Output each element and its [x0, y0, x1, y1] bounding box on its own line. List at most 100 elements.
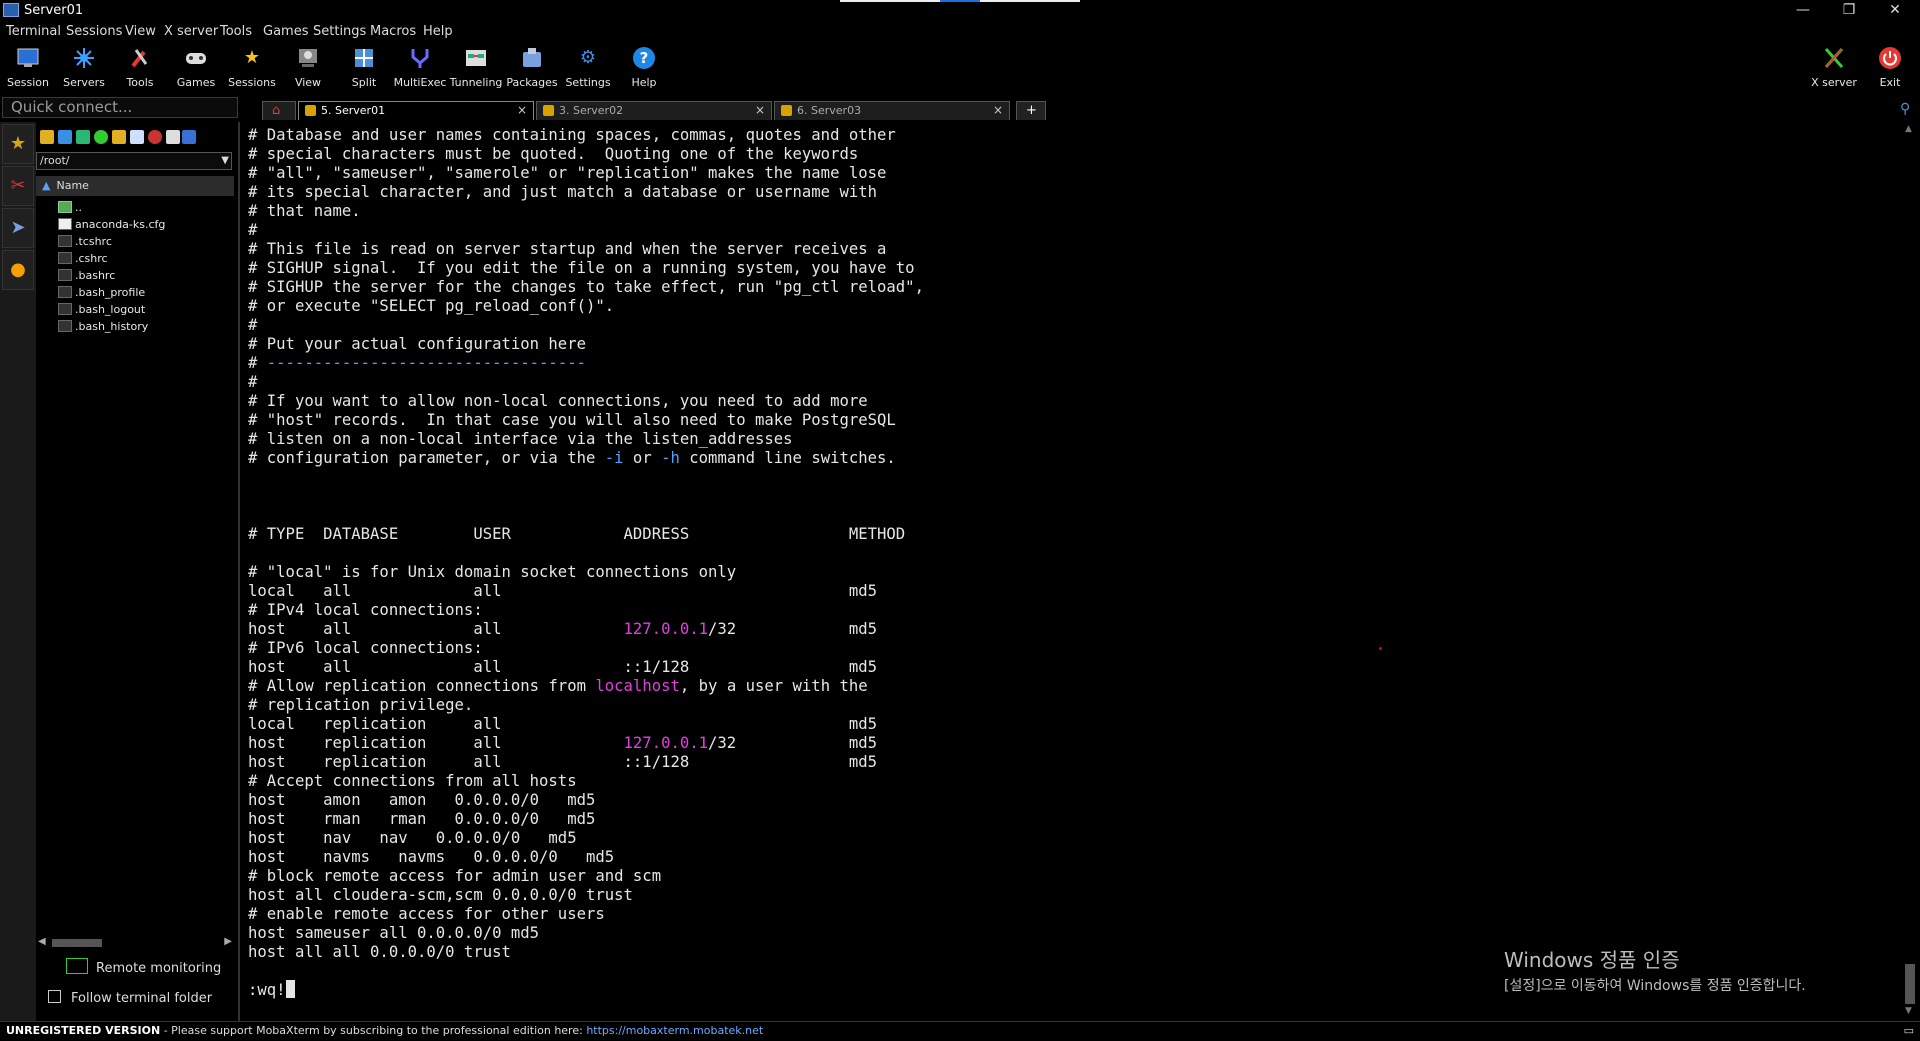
checkbox[interactable] [48, 990, 61, 1003]
scroll-left-icon[interactable]: ◀ [38, 936, 46, 947]
chat-icon[interactable]: ▭ [1904, 1022, 1914, 1040]
menu-games[interactable]: Games [263, 24, 308, 39]
scroll-right-icon[interactable]: ▶ [224, 936, 232, 947]
tab-server03[interactable]: 6. Server03 × [774, 101, 1010, 120]
list-item[interactable]: anaconda-ks.cfg [58, 216, 234, 233]
terminal-line: # SIGHUP signal. If you edit the file on… [248, 259, 915, 277]
main-toolbar: Session Servers Tools Games ★ Sessions V… [0, 42, 1920, 94]
list-item[interactable]: .bash_profile [58, 284, 234, 301]
close-tab-icon[interactable]: × [993, 102, 1003, 119]
list-item[interactable]: .bash_history [58, 318, 234, 335]
refresh-icon[interactable] [94, 130, 108, 144]
permissions-icon[interactable] [182, 130, 196, 144]
split-button[interactable]: Split [336, 42, 392, 94]
sftp-path-field[interactable]: /root/ ▼ [36, 152, 232, 170]
rename-icon[interactable] [166, 130, 180, 144]
terminal-line: host replication all 127.0.0.1/32 md5 [248, 734, 878, 752]
app-icon [3, 3, 19, 17]
menu-macros[interactable]: Macros [370, 24, 416, 39]
sessions-button[interactable]: ★ Sessions [224, 42, 280, 94]
minimize-button[interactable]: — [1780, 0, 1826, 22]
title-accent-line-blue [940, 0, 980, 2]
status-bar: UNREGISTERED VERSION - Please support Mo… [0, 1021, 1920, 1041]
tools-button[interactable]: Tools [112, 42, 168, 94]
file-icon [58, 269, 72, 281]
list-item[interactable]: .bashrc [58, 267, 234, 284]
menu-view[interactable]: View [125, 24, 156, 39]
new-folder-icon[interactable] [112, 130, 126, 144]
chevron-down-icon[interactable]: ▼ [221, 153, 229, 169]
xserver-button[interactable]: X server [1806, 42, 1862, 94]
quick-connect-input[interactable]: Quick connect... [2, 97, 238, 118]
follow-terminal-folder-checkbox[interactable]: Follow terminal folder [48, 990, 212, 1006]
svg-text:?: ? [640, 49, 649, 67]
macros-icon[interactable]: ● [2, 250, 34, 290]
list-item[interactable]: .bash_logout [58, 301, 234, 318]
terminal-line: host all all 127.0.0.1/32 md5 [248, 620, 878, 638]
vim-command-line[interactable]: :wq! [248, 980, 295, 999]
exit-button[interactable]: Exit [1862, 42, 1918, 94]
power-icon [1878, 46, 1902, 70]
scroll-down-icon[interactable]: ▼ [1905, 1006, 1912, 1016]
help-button[interactable]: ? Help [616, 42, 672, 94]
menu-terminal[interactable]: Terminal [6, 24, 61, 39]
menu-sessions[interactable]: Sessions [66, 24, 122, 39]
menu-xserver[interactable]: X server [164, 24, 218, 39]
close-button[interactable]: ✕ [1872, 0, 1918, 22]
games-button[interactable]: Games [168, 42, 224, 94]
menu-bar: Terminal Sessions View X server Tools Ga… [0, 22, 1920, 42]
list-item[interactable]: .cshrc [58, 250, 234, 267]
tab-server01[interactable]: 5. Server01 × [298, 101, 534, 120]
terminal-line: host replication all ::1/128 md5 [248, 753, 878, 771]
parent-folder-icon [58, 201, 72, 213]
scrollbar-thumb[interactable] [52, 939, 102, 947]
terminal-line: # [248, 316, 258, 334]
ssh-tab-icon [781, 105, 792, 116]
packages-button[interactable]: Packages [504, 42, 560, 94]
folder-up-icon[interactable] [40, 130, 54, 144]
close-tab-icon[interactable]: × [755, 102, 765, 119]
terminal-line: # "all", "sameuser", "samerole" or "repl… [248, 164, 887, 182]
servers-button[interactable]: Servers [56, 42, 112, 94]
home-tab[interactable]: ⌂ [262, 101, 296, 120]
terminal-vertical-scrollbar[interactable]: ▲ ▼ [1900, 122, 1920, 1018]
delete-icon[interactable] [148, 130, 162, 144]
name-column-header[interactable]: ▲ Name [36, 176, 234, 196]
download-icon[interactable] [58, 130, 72, 144]
tunneling-icon [464, 46, 488, 70]
restore-button[interactable]: ❐ [1826, 0, 1872, 22]
terminal-line: host nav nav 0.0.0.0/0 md5 [248, 829, 577, 847]
sftp-toolbar [36, 128, 238, 148]
upload-icon[interactable] [76, 130, 90, 144]
menu-help[interactable]: Help [423, 24, 453, 39]
settings-button[interactable]: ⚙ Settings [560, 42, 616, 94]
new-tab-button[interactable]: + [1016, 101, 1046, 120]
terminal-area[interactable]: # Database and user names containing spa… [242, 122, 1898, 1018]
plus-icon: + [1026, 103, 1037, 118]
session-button[interactable]: Session [0, 42, 56, 94]
terminal-line: local replication all md5 [248, 715, 878, 733]
tunneling-button[interactable]: Tunneling [448, 42, 504, 94]
list-item[interactable]: .. [58, 199, 234, 216]
mobatek-link[interactable]: https://mobaxterm.mobatek.net [586, 1024, 763, 1037]
list-item[interactable]: .tcshrc [58, 233, 234, 250]
menu-tools[interactable]: Tools [220, 24, 252, 39]
scroll-up-icon[interactable]: ▲ [1905, 124, 1912, 134]
new-file-icon[interactable] [130, 130, 144, 144]
view-icon [296, 46, 320, 70]
file-icon [58, 286, 72, 298]
attach-icon[interactable]: ⚲ [1900, 101, 1910, 117]
sftp-send-icon[interactable]: ➤ [2, 208, 34, 248]
close-tab-icon[interactable]: × [517, 102, 527, 119]
sftp-horizontal-scrollbar[interactable]: ◀ ▶ [38, 936, 232, 950]
tools-strip-icon[interactable]: ✂ [2, 166, 34, 206]
terminal-line: # Allow replication connections from loc… [248, 677, 868, 695]
favorites-star-icon[interactable]: ★ [2, 124, 34, 164]
scrollbar-thumb[interactable] [1905, 964, 1915, 1004]
tab-server02[interactable]: 3. Server02 × [536, 101, 772, 120]
remote-monitoring-button[interactable]: Remote monitoring [66, 958, 221, 976]
menu-settings[interactable]: Settings [313, 24, 366, 39]
unregistered-label: UNREGISTERED VERSION [6, 1024, 161, 1037]
view-button[interactable]: View [280, 42, 336, 94]
multiexec-button[interactable]: MultiExec [392, 42, 448, 94]
